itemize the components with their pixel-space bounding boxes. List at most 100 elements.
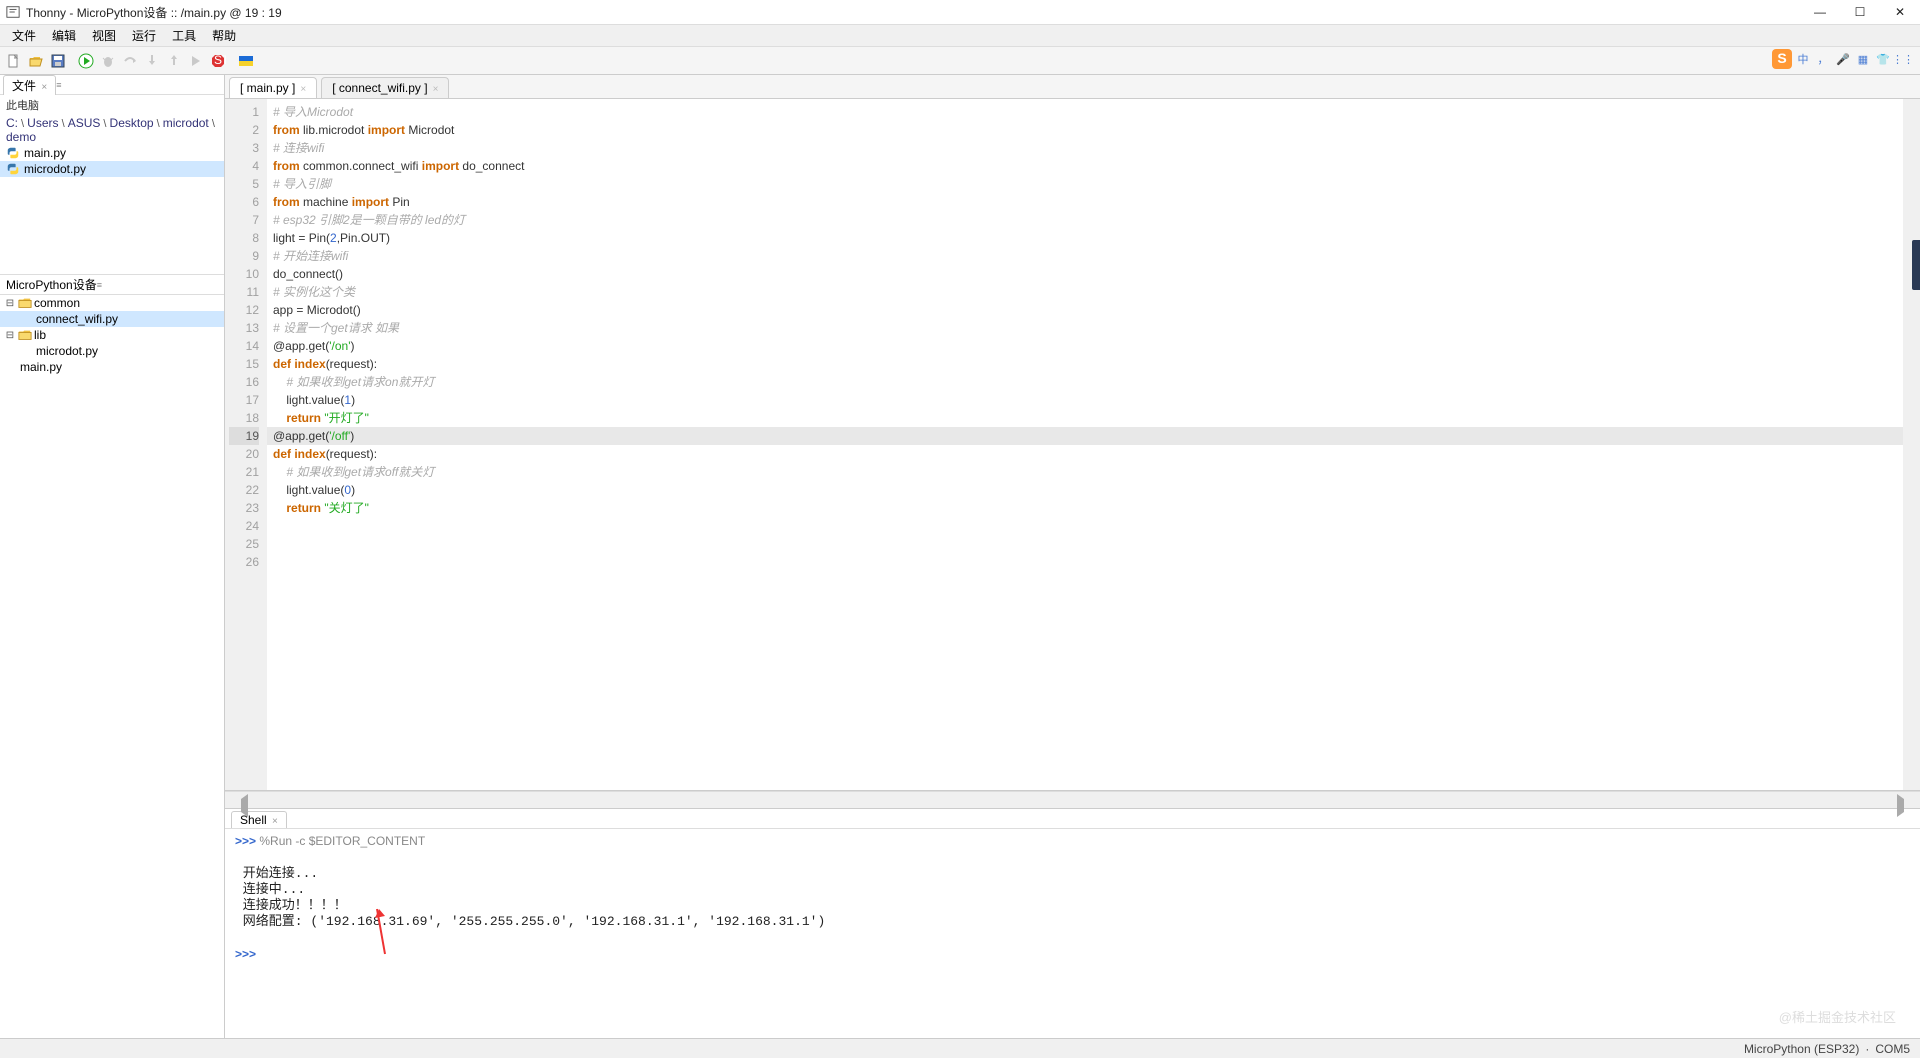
editor-zone: [ main.py ] × [ connect_wifi.py ] × 1234567… bbox=[225, 75, 1920, 1038]
ime-lang[interactable]: 中 bbox=[1794, 50, 1812, 68]
status-port[interactable]: COM5 bbox=[1875, 1042, 1910, 1056]
close-icon[interactable]: × bbox=[272, 816, 278, 827]
python-file-icon bbox=[6, 146, 20, 160]
code-content[interactable]: # 导入Microdotfrom lib.microdot import Mic… bbox=[267, 99, 1903, 790]
stop-button[interactable]: STOP bbox=[208, 51, 228, 71]
app-icon bbox=[6, 5, 20, 19]
code-line: do_connect() bbox=[273, 265, 1897, 283]
code-line: # 导入引脚 bbox=[273, 175, 1897, 193]
step-over-button[interactable] bbox=[120, 51, 140, 71]
ime-keyboard-icon[interactable]: ▦ bbox=[1854, 50, 1872, 68]
step-into-button[interactable] bbox=[142, 51, 162, 71]
code-line: # 如果收到get请求off就关灯 bbox=[273, 463, 1897, 481]
ime-toolbar: S 中 ， 🎤 ▦ 👕 ⋮⋮ bbox=[1772, 49, 1912, 69]
file-item[interactable]: main.py bbox=[0, 145, 224, 161]
toolbar: STOP S 中 ， 🎤 ▦ 👕 ⋮⋮ bbox=[0, 47, 1920, 75]
line-gutter: 1234567891011121314151617181920212223242… bbox=[225, 99, 267, 790]
shell-prompt: >>> bbox=[235, 834, 259, 848]
shell-prompt[interactable]: >>> bbox=[235, 947, 259, 961]
file-item[interactable]: connect_wifi.py bbox=[0, 311, 224, 327]
code-line: return "关灯了" bbox=[273, 499, 1897, 517]
code-line: @app.get('/on') bbox=[273, 337, 1897, 355]
ime-punct[interactable]: ， bbox=[1814, 50, 1832, 68]
menu-file[interactable]: 文件 bbox=[4, 26, 44, 45]
ime-mic-icon[interactable]: 🎤 bbox=[1834, 50, 1852, 68]
file-name: main.py bbox=[24, 146, 66, 160]
minimize-button[interactable]: — bbox=[1800, 0, 1840, 25]
code-line: # 开始连接wifi bbox=[273, 247, 1897, 265]
breadcrumb-part[interactable]: demo bbox=[6, 130, 36, 144]
code-line: from machine import Pin bbox=[273, 193, 1897, 211]
panel-menu-icon[interactable]: ≡ bbox=[97, 280, 107, 290]
open-file-button[interactable] bbox=[26, 51, 46, 71]
sidebar: 文件 × ≡ 此电脑 C: \ Users \ ASUS \ Desktop \… bbox=[0, 75, 225, 1038]
breadcrumb-part[interactable]: ASUS bbox=[68, 116, 101, 130]
editor-tab-strip: [ main.py ] × [ connect_wifi.py ] × bbox=[225, 75, 1920, 99]
step-out-button[interactable] bbox=[164, 51, 184, 71]
code-line: @app.get('/off') bbox=[273, 427, 1897, 445]
new-file-button[interactable] bbox=[4, 51, 24, 71]
debug-button[interactable] bbox=[98, 51, 118, 71]
code-line: def index(request): bbox=[273, 355, 1897, 373]
ime-skin-icon[interactable]: 👕 bbox=[1874, 50, 1892, 68]
breadcrumb-part[interactable]: C: bbox=[6, 116, 18, 130]
annotation-arrow-icon bbox=[375, 904, 395, 964]
files-panel-tab[interactable]: 文件 × bbox=[3, 75, 56, 95]
sogou-ime-icon[interactable]: S bbox=[1772, 49, 1792, 69]
svg-text:STOP: STOP bbox=[214, 53, 226, 67]
file-item[interactable]: microdot.py bbox=[0, 161, 224, 177]
file-item[interactable]: main.py bbox=[0, 359, 224, 375]
code-line: from lib.microdot import Microdot bbox=[273, 121, 1897, 139]
maximize-button[interactable]: ☐ bbox=[1840, 0, 1880, 25]
vertical-scrollbar[interactable] bbox=[1903, 99, 1920, 790]
close-button[interactable]: ✕ bbox=[1880, 0, 1920, 25]
menu-help[interactable]: 帮助 bbox=[204, 26, 244, 45]
panel-menu-icon[interactable]: ≡ bbox=[56, 80, 66, 90]
tree-toggle-icon[interactable]: ⊟ bbox=[4, 330, 16, 341]
folder-name: lib bbox=[34, 328, 46, 342]
folder-item[interactable]: ⊟ lib bbox=[0, 327, 224, 343]
editor-tab[interactable]: [ connect_wifi.py ] × bbox=[321, 77, 449, 98]
file-name: main.py bbox=[20, 360, 62, 374]
file-name: connect_wifi.py bbox=[36, 312, 118, 326]
breadcrumb-part[interactable]: microdot bbox=[163, 116, 209, 130]
close-icon[interactable]: × bbox=[433, 84, 439, 95]
menu-view[interactable]: 视图 bbox=[84, 26, 124, 45]
code-line: # esp32 引脚2是一颗自带的 led的灯 bbox=[273, 211, 1897, 229]
code-line: from common.connect_wifi import do_conne… bbox=[273, 157, 1897, 175]
code-line: def index(request): bbox=[273, 445, 1897, 463]
side-panel-handle[interactable] bbox=[1912, 240, 1920, 290]
horizontal-scrollbar[interactable] bbox=[225, 791, 1920, 808]
status-device[interactable]: MicroPython (ESP32) bbox=[1744, 1042, 1859, 1056]
breadcrumb-part[interactable]: Desktop bbox=[110, 116, 154, 130]
code-line: # 实例化这个类 bbox=[273, 283, 1897, 301]
close-icon[interactable]: × bbox=[300, 84, 306, 95]
ime-menu-icon[interactable]: ⋮⋮ bbox=[1894, 50, 1912, 68]
shell-run-command: %Run -c $EDITOR_CONTENT bbox=[259, 834, 425, 848]
code-editor[interactable]: 1234567891011121314151617181920212223242… bbox=[225, 99, 1920, 791]
save-button[interactable] bbox=[48, 51, 68, 71]
close-icon[interactable]: × bbox=[41, 82, 47, 93]
code-line: light = Pin(2,Pin.OUT) bbox=[273, 229, 1897, 247]
file-name: microdot.py bbox=[24, 162, 86, 176]
folder-item[interactable]: ⊟ common bbox=[0, 295, 224, 311]
tree-toggle-icon[interactable]: ⊟ bbox=[4, 298, 16, 309]
resume-button[interactable] bbox=[186, 51, 206, 71]
shell-output[interactable]: >>> %Run -c $EDITOR_CONTENT 开始连接... 连接中.… bbox=[225, 829, 1920, 1038]
tab-label: [ connect_wifi.py ] bbox=[332, 81, 427, 95]
device-panel-header: MicroPython设备 bbox=[0, 276, 97, 293]
file-item[interactable]: microdot.py bbox=[0, 343, 224, 359]
code-line: app = Microdot() bbox=[273, 301, 1897, 319]
local-path-breadcrumb[interactable]: C: \ Users \ ASUS \ Desktop \ microdot \… bbox=[0, 115, 224, 145]
run-button[interactable] bbox=[76, 51, 96, 71]
menu-run[interactable]: 运行 bbox=[124, 26, 164, 45]
breadcrumb-part[interactable]: Users bbox=[27, 116, 58, 130]
watermark-text: @稀土掘金技术社区 bbox=[1779, 1007, 1896, 1026]
tab-label: [ main.py ] bbox=[240, 81, 295, 95]
menu-edit[interactable]: 编辑 bbox=[44, 26, 84, 45]
menu-tools[interactable]: 工具 bbox=[164, 26, 204, 45]
support-ukraine-icon[interactable] bbox=[236, 51, 256, 71]
folder-name: common bbox=[34, 296, 80, 310]
window-title: Thonny - MicroPython设备 :: /main.py @ 19 … bbox=[26, 4, 282, 21]
editor-tab[interactable]: [ main.py ] × bbox=[229, 77, 317, 98]
